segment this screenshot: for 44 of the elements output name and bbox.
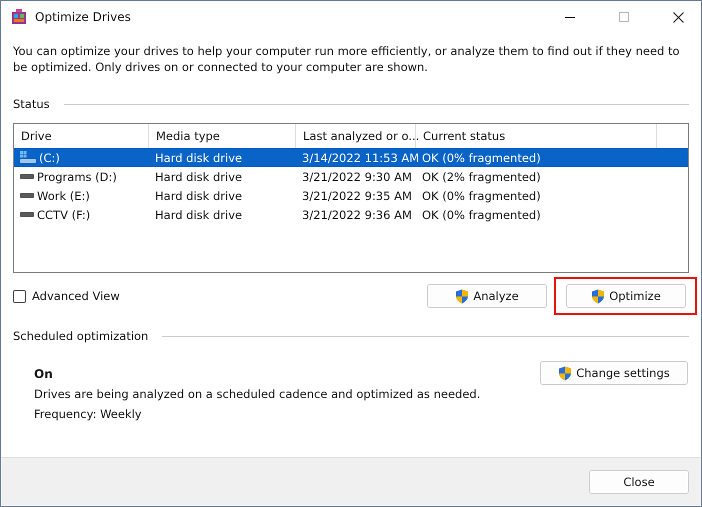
system-drive-icon (20, 151, 36, 164)
drive-icon (20, 212, 34, 217)
drive-row[interactable]: CCTV (F:) Hard disk drive 3/21/2022 9:36 AM OK (0% fragmented) (14, 205, 688, 224)
schedule-frequency: Frequency: Weekly (34, 407, 143, 421)
table-cell: Hard disk drive (155, 208, 242, 222)
drive-row[interactable]: (C:) Hard disk drive 3/14/2022 11:53 AM OK (0% fragmented) (14, 148, 688, 167)
table-cell: OK (2% fragmented) (422, 170, 541, 184)
drive-row[interactable]: Work (E:) Hard disk drive 3/21/2022 9:35 AM OK (0% fragmented) (14, 186, 688, 205)
close-icon[interactable] (672, 12, 684, 22)
table-cell: 3/21/2022 9:30 AM (302, 170, 412, 184)
table-cell: Work (E:) (37, 188, 90, 202)
table-cell: Hard disk drive (155, 188, 242, 202)
section-heading: Scheduled optimization (13, 329, 148, 343)
intro-text: You can optimize your drives to help your computer run more efficiently, or analyze them to find out if they need to be optimized. Only drives on or connected to your computer are shown. (13, 43, 681, 75)
table-cell: 3/21/2022 9:35 AM (302, 188, 412, 202)
close-button[interactable]: Close (589, 470, 689, 494)
drive-icon (20, 193, 34, 198)
action-button[interactable]: Optimize (566, 284, 686, 308)
table-cell: 3/21/2022 9:36 AM (302, 208, 412, 222)
shield-icon (455, 288, 470, 304)
table-cell: OK (0% fragmented) (422, 188, 541, 202)
shield-icon (591, 288, 606, 304)
section-heading: Status (13, 97, 50, 111)
table-cell: Hard disk drive (155, 170, 242, 184)
table-cell: 3/14/2022 11:53 AM (302, 150, 420, 164)
table-cell: OK (0% fragmented) (422, 150, 541, 164)
checkbox[interactable] (13, 290, 26, 302)
table-cell: Programs (D:) (37, 170, 117, 184)
drive-row[interactable]: Programs (D:) Hard disk drive 3/21/2022 9:30 AM OK (2% fragmented) (14, 167, 688, 186)
shield-icon (558, 366, 572, 380)
action-button[interactable]: Analyze (427, 284, 547, 308)
table-cell: OK (0% fragmented) (422, 208, 541, 222)
table-cell: CCTV (F:) (37, 208, 90, 222)
window-title: Optimize Drives (35, 10, 132, 24)
minimize-icon[interactable] (565, 16, 575, 18)
change-settings-button[interactable]: Change settings (540, 361, 688, 385)
table-cell: Hard disk drive (155, 150, 242, 164)
maximize-icon (619, 12, 629, 22)
table-cell: (C:) (39, 150, 60, 164)
schedule-description: Drives are being analyzed on a scheduled cadence and optimized as needed. (34, 387, 482, 401)
checkbox-label: Advanced View (32, 289, 120, 303)
app-icon (11, 9, 27, 25)
schedule-state: On (34, 367, 54, 381)
drive-icon (20, 174, 34, 179)
